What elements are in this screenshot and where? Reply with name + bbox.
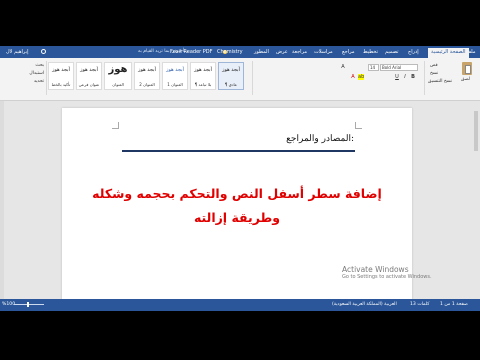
tab-insert[interactable]: إدراج: [408, 48, 419, 56]
paste-button[interactable]: لصق: [461, 77, 470, 82]
language-indicator[interactable]: العربية (المملكة العربية السعودية): [332, 302, 397, 307]
editing-group: بحث استبدال تحديد: [4, 62, 44, 86]
user-name[interactable]: إبراهيم لال: [6, 48, 28, 56]
status-bar: %100 العربية (المملكة العربية السعودية) …: [0, 299, 480, 311]
style-sample: هوز: [108, 64, 128, 75]
red-title-line-2: وطريقة إزالته: [193, 210, 281, 225]
tab-view[interactable]: عرض: [276, 48, 288, 56]
red-title-line-1: إضافة سطر أسفل النص والتحكم بحجمه وشكله: [92, 186, 382, 201]
tab-review[interactable]: مراجعة: [292, 48, 307, 56]
cut-button[interactable]: قص: [430, 63, 438, 68]
font-name-select[interactable]: Bold Arial: [380, 64, 418, 71]
styles-gallery: أبجد هوز تأكيد بالخط أبجد هوز عنوان فرعي…: [48, 62, 248, 92]
font-group: Bold Arial 14 B I U A ab A: [330, 62, 420, 90]
zoom-slider-thumb[interactable]: [27, 302, 29, 307]
tab-mailings[interactable]: مراسلات: [314, 48, 333, 56]
replace-button[interactable]: استبدال: [4, 70, 44, 78]
tab-design[interactable]: تصميم: [385, 48, 398, 56]
vertical-ruler: [0, 101, 4, 299]
ribbon-divider: [424, 61, 425, 95]
scrollbar-thumb[interactable]: [474, 111, 478, 151]
watermark-line-1: Activate Windows: [342, 265, 409, 274]
heading-text: المصادر والمراجع:: [286, 134, 354, 144]
document-area: المصادر والمراجع: إضافة سطر أسفل النص وا…: [0, 101, 480, 308]
word-window: إبراهيم لال أخبرني بما تريد القيام به...…: [0, 46, 480, 311]
margin-mark: [355, 122, 362, 129]
style-name: عنوان فرعي: [78, 82, 100, 87]
style-heading-2[interactable]: أبجد هوز العنوان 2: [134, 62, 160, 90]
style-subtle-emphasis[interactable]: أبجد هوز تأكيد بالخط: [48, 62, 74, 90]
select-button[interactable]: تحديد: [4, 78, 44, 86]
vertical-scrollbar[interactable]: [472, 101, 480, 299]
margin-mark: [112, 122, 119, 129]
tab-home[interactable]: الصفحة الرئيسية: [428, 48, 469, 58]
watermark-line-2: Go to Settings to activate Windows.: [342, 274, 432, 280]
style-sample: أبجد هوز: [222, 67, 240, 73]
style-normal[interactable]: أبجد هوز ¶ عادي: [218, 62, 244, 90]
style-sample: أبجد هوز: [166, 67, 184, 73]
activate-windows-watermark: Activate Windows Go to Settings to activ…: [342, 265, 432, 280]
format-painter-button[interactable]: نسخ التنسيق: [428, 79, 452, 84]
paste-icon[interactable]: [462, 62, 472, 75]
page-indicator[interactable]: صفحة 1 من 1: [440, 302, 468, 307]
style-sample: أبجد هوز: [80, 67, 98, 73]
clipboard-group: لصق قص نسخ نسخ التنسيق: [426, 60, 476, 94]
tab-layout[interactable]: تخطيط: [363, 48, 378, 56]
style-name: العنوان 2: [139, 82, 155, 87]
word-count[interactable]: 13 كلمات: [410, 302, 429, 307]
user-icon[interactable]: [41, 49, 46, 54]
find-button[interactable]: بحث: [4, 62, 44, 70]
ribbon: بحث استبدال تحديد أبجد هوز تأكيد بالخط أ…: [0, 58, 480, 101]
bold-button[interactable]: B: [410, 74, 416, 80]
style-heading-1[interactable]: أبجد هوز العنوان 1: [162, 62, 188, 90]
tab-foxit-reader-pdf[interactable]: Foxit Reader PDF: [170, 48, 213, 56]
style-sample: أبجد هوز: [138, 67, 156, 73]
style-title[interactable]: هوز العنوان: [104, 62, 132, 90]
ribbon-divider: [46, 61, 47, 95]
style-name: ¶ بلا تباعد: [194, 82, 212, 87]
copy-button[interactable]: نسخ: [430, 71, 438, 76]
style-name: ¶ عادي: [224, 82, 238, 87]
ribbon-tab-bar: إبراهيم لال أخبرني بما تريد القيام به...…: [0, 46, 480, 58]
bottom-border-line: [122, 150, 355, 152]
ribbon-divider: [252, 61, 253, 95]
zoom-slider[interactable]: [14, 302, 44, 307]
tab-references[interactable]: مراجع: [342, 48, 355, 56]
tab-chemistry[interactable]: Chemistry: [217, 48, 243, 56]
tab-developer[interactable]: المطور: [254, 48, 269, 56]
style-sample: أبجد هوز: [52, 67, 70, 73]
underline-button[interactable]: U: [394, 74, 400, 80]
italic-button[interactable]: I: [402, 74, 408, 80]
font-size-select[interactable]: 14: [368, 64, 379, 71]
style-name: العنوان 1: [167, 82, 183, 87]
highlight-button[interactable]: ab: [358, 74, 364, 80]
style-name: تأكيد بالخط: [51, 82, 71, 87]
font-color-button[interactable]: A: [350, 74, 356, 80]
style-sample: أبجد هوز: [194, 67, 212, 73]
style-no-spacing[interactable]: أبجد هوز ¶ بلا تباعد: [190, 62, 216, 90]
style-subtitle[interactable]: أبجد هوز عنوان فرعي: [76, 62, 102, 90]
grow-font-icon[interactable]: A: [340, 64, 346, 70]
style-name: العنوان: [112, 82, 124, 87]
